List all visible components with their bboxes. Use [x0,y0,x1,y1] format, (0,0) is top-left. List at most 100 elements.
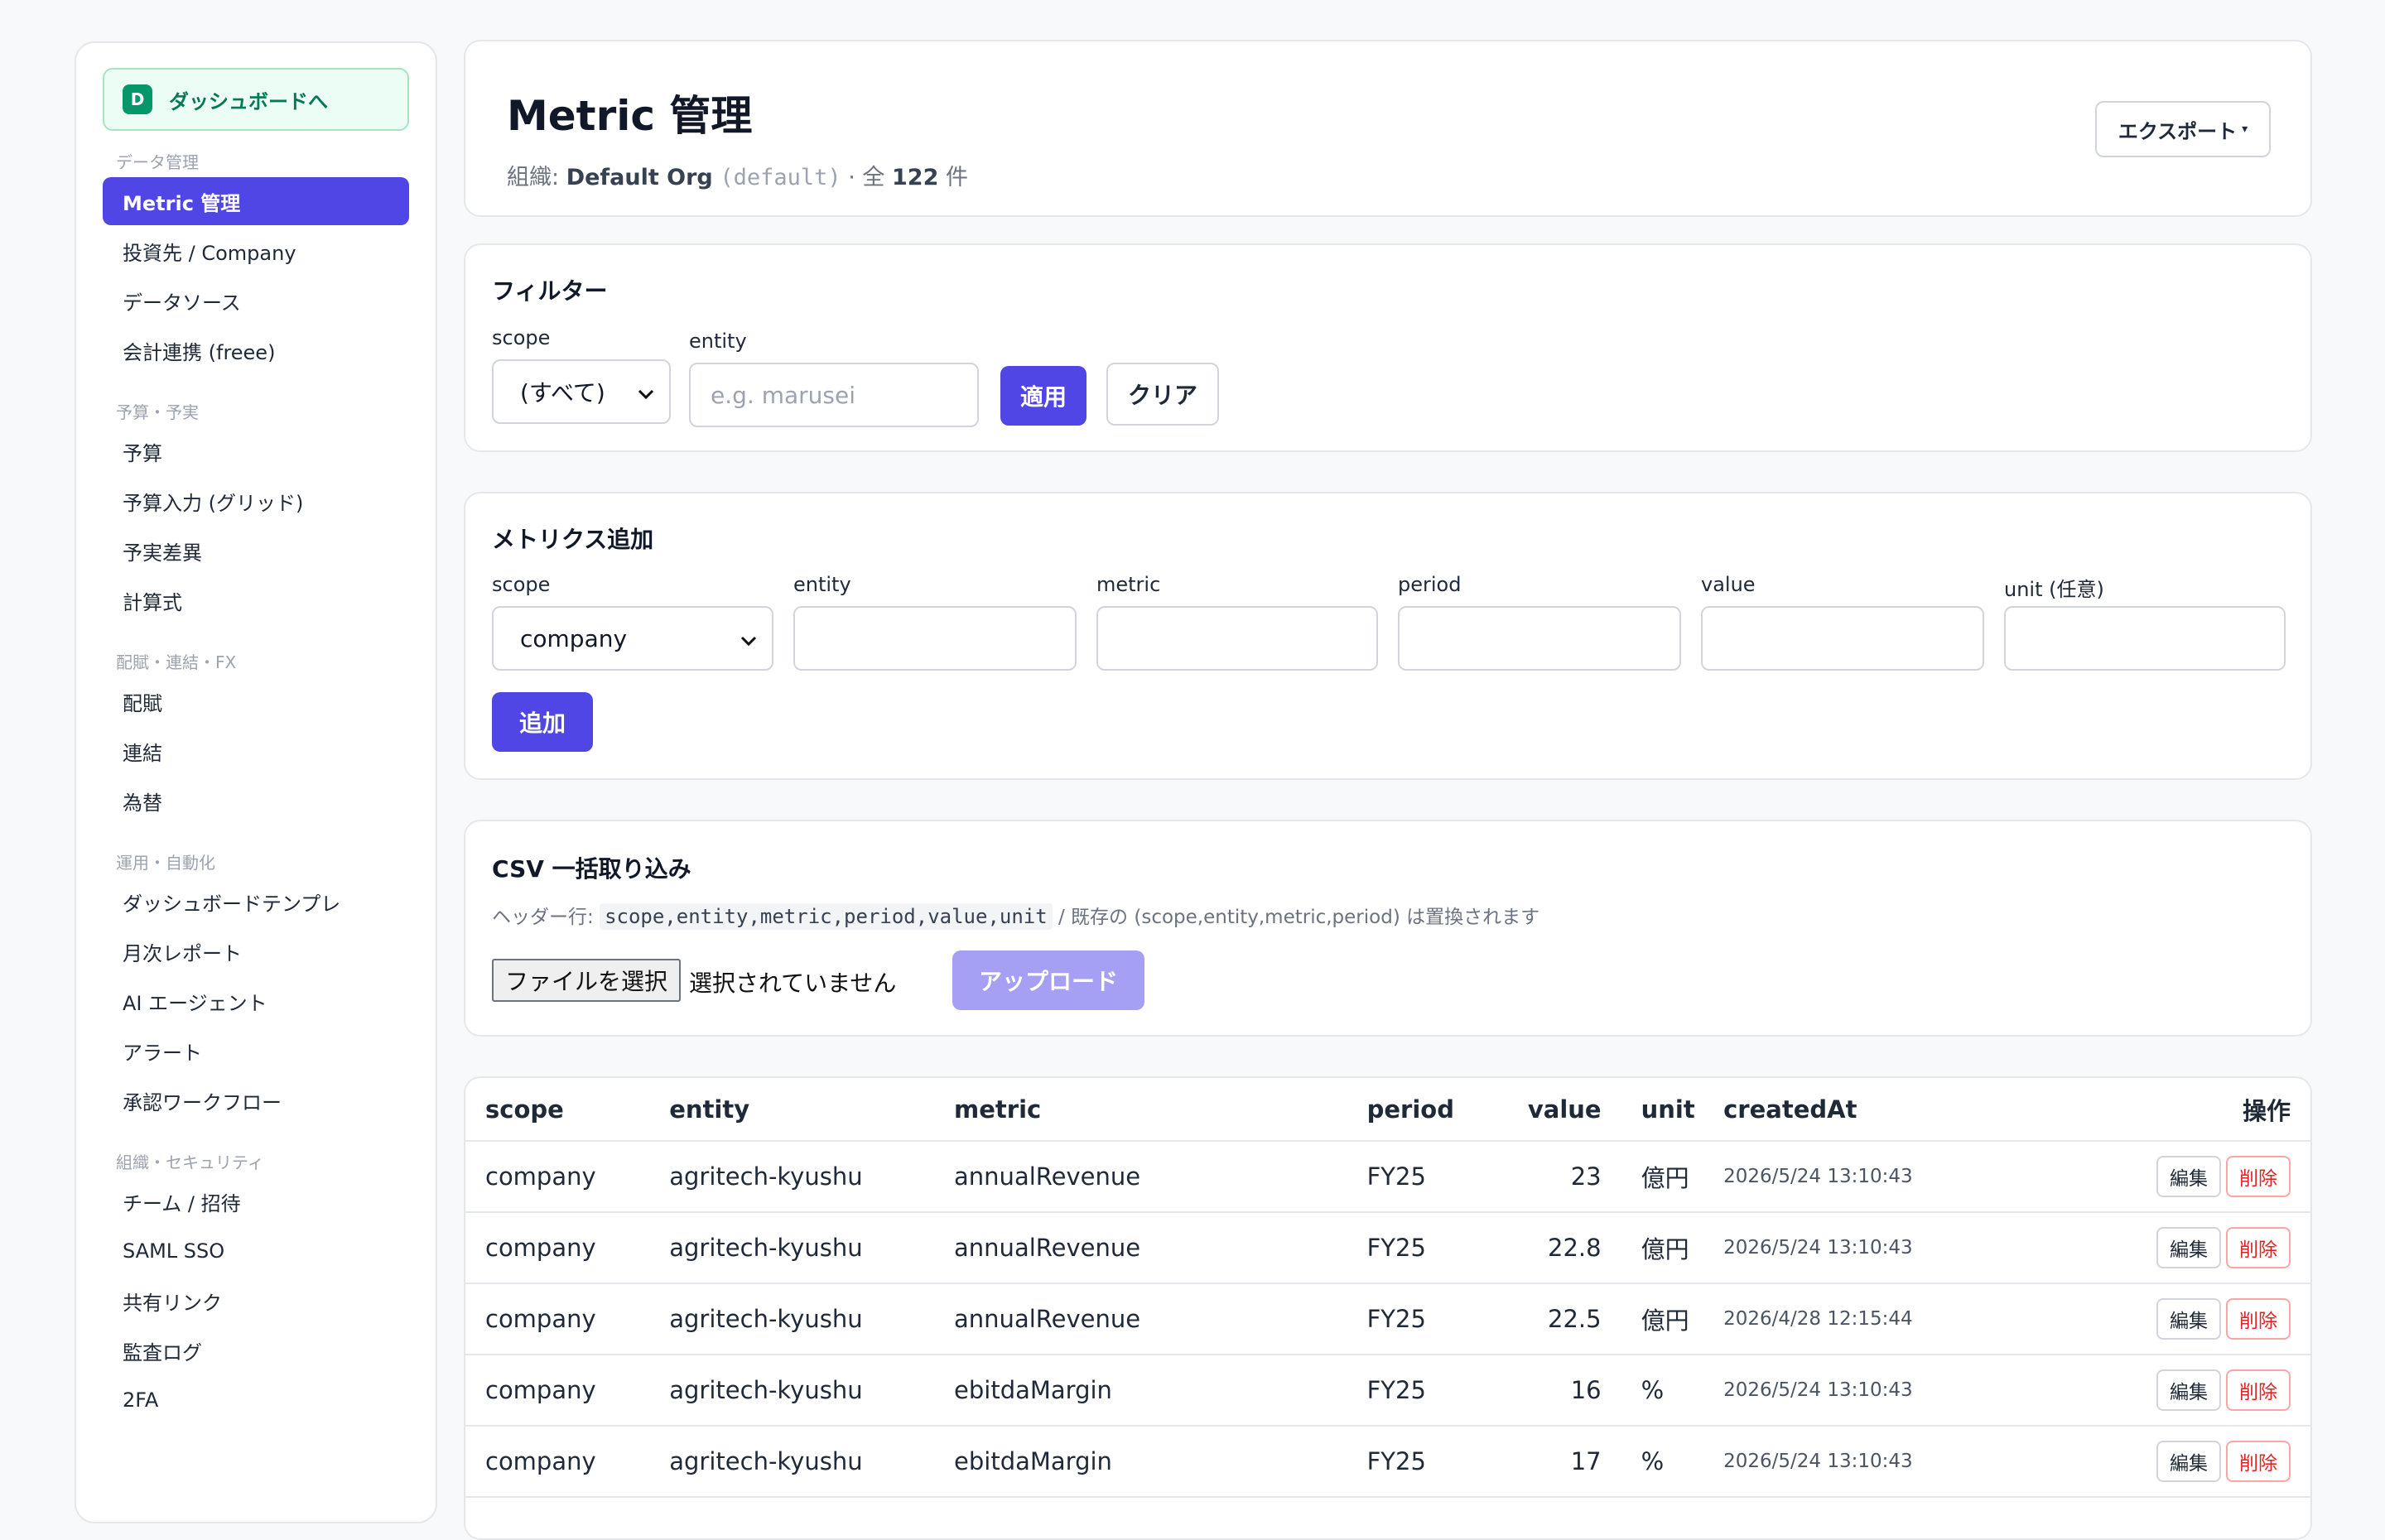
cell-actions: 編集 削除 [2059,1283,2310,1355]
add-unit-input[interactable] [2004,606,2286,671]
dashboard-link[interactable]: D ダッシュボードへ [103,68,409,131]
add-entity-label: entity [793,573,851,596]
org-name: Default Org [566,165,713,190]
cell-unit: 億円 [1601,1141,1716,1213]
add-scope-select[interactable]: company [492,606,773,671]
sidebar-item[interactable]: 会計連携 (freee) [103,326,409,374]
col-scope: scope [465,1078,670,1142]
sidebar-item[interactable]: 連結 [103,727,409,775]
cell-period: FY25 [1366,1212,1528,1284]
cell-value: 22.8 [1527,1212,1602,1284]
add-value-input[interactable] [1701,606,1984,671]
edit-button[interactable]: 編集 [2156,1369,2221,1411]
org-slug: (default) [720,165,841,190]
upload-button[interactable]: アップロード [952,950,1144,1010]
cell-unit: % [1601,1355,1716,1427]
nav-section-title: 運用・自動化 [116,852,215,873]
cell-metric: ebitdaMargin [954,1355,1367,1427]
metrics-table-panel: scope entity metric period value unit cr… [464,1076,2312,1540]
add-period-label: period [1398,573,1462,596]
cell-value: 16 [1527,1355,1602,1427]
sidebar-item[interactable]: ダッシュボードテンプレ [103,878,409,926]
sidebar-item[interactable]: Metric 管理 [103,177,409,225]
apply-button[interactable]: 適用 [1000,366,1086,426]
col-created-at: createdAt [1715,1078,2060,1142]
cell-scope: company [465,1426,670,1498]
sidebar-item[interactable]: チーム / 招待 [103,1177,409,1225]
cell-entity: agritech-kyushu [669,1283,955,1355]
table-row: company agritech-kyushu annualRevenue FY25 2… [465,1212,2310,1284]
col-period: period [1366,1078,1528,1142]
sidebar-item[interactable]: 承認ワークフロー [103,1076,409,1124]
cell-value: 23 [1527,1141,1602,1213]
add-entity-input[interactable] [793,606,1077,671]
delete-button[interactable]: 削除 [2226,1441,2291,1482]
clear-button[interactable]: クリア [1106,363,1219,426]
table-row: company agritech-kyushu annualRevenue FY25 2… [465,1283,2310,1355]
add-period-input[interactable] [1398,606,1681,671]
sidebar-item[interactable]: 月次レポート [103,927,409,975]
sidebar-item[interactable]: 2FA [103,1376,409,1424]
nav-section-title: データ管理 [116,152,199,172]
page-header: Metric 管理 組織: Default Org (default) · 全 … [464,40,2312,217]
edit-button[interactable]: 編集 [2156,1298,2221,1340]
sidebar-item[interactable]: SAML SSO [103,1227,409,1275]
page-subtitle: 組織: Default Org (default) · 全 122 件 [507,159,2269,191]
cell-metric: annualRevenue [954,1141,1367,1213]
dashboard-link-label: ダッシュボードへ [169,89,328,113]
cell-scope: company [465,1141,670,1213]
col-actions: 操作 [2059,1078,2310,1142]
cell-unit: 億円 [1601,1212,1716,1284]
sidebar-item[interactable]: AI エージェント [103,977,409,1025]
add-metric-input[interactable] [1096,606,1378,671]
cell-scope: company [465,1212,670,1284]
sidebar-item[interactable]: 監査ログ [103,1326,409,1374]
add-scope-value: company [520,624,628,652]
cell-period: FY25 [1366,1426,1528,1498]
cell-unit: % [1601,1426,1716,1498]
sidebar-item[interactable]: 投資先 / Company [103,227,409,275]
edit-button[interactable]: 編集 [2156,1156,2221,1197]
nav-section-title: 配賦・連結・FX [116,652,237,672]
add-button[interactable]: 追加 [492,692,593,752]
chevron-down-icon [740,625,757,652]
csv-hint-suffix: / 既存の (scope,entity,metric,period) は置換され… [1052,907,1540,928]
sidebar-item[interactable]: 配賦 [103,677,409,725]
export-button[interactable]: エクスポート ▾ [2095,101,2271,157]
delete-button[interactable]: 削除 [2226,1156,2291,1197]
edit-button[interactable]: 編集 [2156,1227,2221,1268]
cell-created-at: 2026/5/24 13:10:43 [1715,1355,2060,1427]
sidebar: D ダッシュボードへ データ管理 Metric 管理 投資先 / Company デー… [75,41,437,1523]
cell-period: FY25 [1366,1283,1528,1355]
file-status: 選択されていません [689,970,897,997]
filter-scope-select[interactable]: (すべて) [492,359,671,424]
filter-scope-label: scope [492,326,551,349]
cell-period: FY25 [1366,1141,1528,1213]
delete-button[interactable]: 削除 [2226,1227,2291,1268]
delete-button[interactable]: 削除 [2226,1298,2291,1340]
col-value: value [1527,1078,1602,1142]
cell-created-at: 2026/5/24 13:10:43 [1715,1141,2060,1213]
dashboard-badge-icon: D [123,84,152,114]
cell-created-at: 2026/4/28 12:15:44 [1715,1283,2060,1355]
sidebar-item[interactable]: 計算式 [103,576,409,624]
sidebar-item[interactable]: データソース [103,277,409,325]
file-select-button[interactable]: ファイルを選択 [492,959,682,1002]
cell-value: 22.5 [1527,1283,1602,1355]
sidebar-item[interactable]: 予実差異 [103,527,409,575]
filter-scope-value: (すべて) [520,379,605,407]
cell-actions: 編集 削除 [2059,1212,2310,1284]
cell-metric: annualRevenue [954,1212,1367,1284]
filter-entity-label: entity [689,330,747,353]
sidebar-item[interactable]: 予算入力 (グリッド) [103,477,409,525]
sidebar-item[interactable]: 予算 [103,427,409,475]
edit-button[interactable]: 編集 [2156,1441,2221,1482]
sidebar-item[interactable]: 為替 [103,777,409,825]
filter-entity-input[interactable]: e.g. marusei [689,363,979,427]
filter-panel: フィルター scope (すべて) entity e.g. marusei 適用… [464,243,2312,452]
sidebar-item[interactable]: アラート [103,1027,409,1075]
delete-button[interactable]: 削除 [2226,1369,2291,1411]
sidebar-item[interactable]: 共有リンク [103,1277,409,1325]
page-title: Metric 管理 [507,92,753,140]
org-label: 組織: [507,165,566,190]
